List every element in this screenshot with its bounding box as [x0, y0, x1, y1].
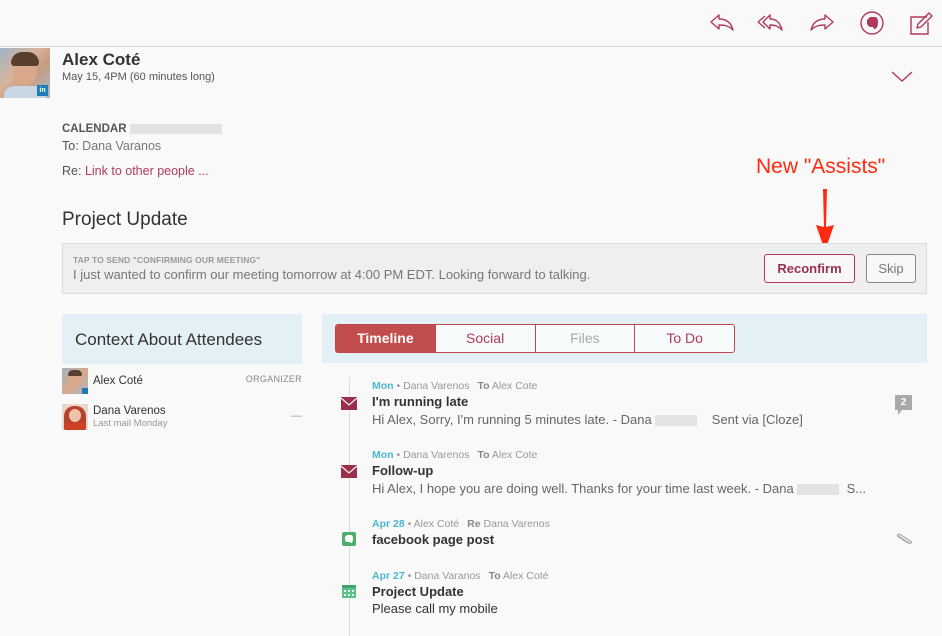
attendee-row[interactable]: Dana Varenos Last mail Monday — [62, 404, 302, 434]
tab-bar: Timeline Social Files To Do [335, 324, 735, 353]
reply-icon[interactable] [708, 10, 736, 36]
redacted-text [129, 123, 222, 134]
calendar-icon [342, 585, 356, 598]
evernote-icon[interactable] [858, 10, 886, 36]
mail-icon [341, 465, 357, 478]
attendee-last-mail: Last mail Monday [93, 418, 168, 429]
timeline-body: Hi Alex, I hope you are doing well. Than… [372, 481, 867, 496]
re-link[interactable]: Link to other people ... [85, 164, 209, 178]
annotation-arrow-icon [816, 189, 834, 251]
timeline-body: Please call my mobile [372, 601, 498, 616]
annotation-label: New "Assists" [756, 155, 886, 178]
timeline-title[interactable]: Project Update [372, 584, 464, 599]
to-value: Dana Varanos [82, 139, 162, 153]
assist-label: TAP TO SEND "CONFIRMING OUR MEETING" [73, 255, 261, 265]
timeline-title[interactable]: facebook page post [372, 532, 494, 547]
event-subject: Project Update [62, 209, 188, 230]
compose-icon[interactable] [907, 10, 935, 36]
timeline-title[interactable]: I'm running late [372, 394, 468, 409]
tab-timeline[interactable]: Timeline [336, 325, 435, 352]
redacted-text [797, 484, 840, 496]
event-time: May 15, 4PM (60 minutes long) [62, 71, 215, 83]
forward-icon[interactable] [808, 10, 836, 36]
timeline-meta: Mon • Dana Varenos To Alex Cote [372, 380, 538, 392]
tab-files[interactable]: Files [534, 325, 635, 352]
assist-bar: TAP TO SEND "CONFIRMING OUR MEETING" I j… [62, 243, 927, 294]
contact-name: Alex Coté [62, 50, 141, 69]
skip-button[interactable]: Skip [866, 254, 916, 283]
mail-icon [341, 397, 357, 410]
comment-count-badge[interactable]: 2 [895, 395, 912, 415]
attendees-header: Context About Attendees [62, 314, 302, 364]
timeline-body: Hi Alex, Sorry, I'm running 5 minutes la… [372, 412, 803, 427]
assist-text[interactable]: I just wanted to confirm our meeting tom… [73, 267, 590, 282]
calendar-label: CALENDAR [62, 123, 222, 135]
timeline-meta: Apr 28 • Alex Coté Re Dana Varenos [372, 518, 550, 530]
attendee-avatar [62, 404, 88, 430]
timeline-title[interactable]: Follow-up [372, 463, 433, 478]
chevron-down-icon[interactable] [890, 70, 914, 84]
attendee-name: Dana Varenos [93, 405, 166, 417]
attendee-name: Alex Coté [93, 375, 143, 387]
attachment-icon[interactable] [894, 533, 914, 547]
redacted-text [655, 415, 698, 427]
attendee-role: — [291, 410, 302, 422]
contact-avatar[interactable]: in [0, 48, 50, 98]
tab-social[interactable]: Social [434, 325, 535, 352]
timeline-meta: Mon • Dana Varenos To Alex Cote [372, 449, 538, 461]
attendee-row[interactable]: Alex Coté ORGANIZER [62, 368, 302, 398]
linkedin-icon: in [37, 85, 48, 96]
toolbar [0, 0, 942, 47]
attendee-role: ORGANIZER [245, 374, 302, 384]
timeline-meta: Apr 27 • Dana Varanos To Alex Coté [372, 570, 549, 582]
re-line: Re: Link to other people ... [62, 164, 209, 178]
reply-all-icon[interactable] [757, 10, 785, 36]
to-line: To: Dana Varanos [62, 139, 162, 153]
linkedin-icon [82, 388, 88, 394]
attendee-avatar [62, 368, 88, 394]
reconfirm-button[interactable]: Reconfirm [764, 254, 855, 283]
tab-todo[interactable]: To Do [634, 325, 734, 352]
evernote-note-icon [342, 532, 356, 546]
